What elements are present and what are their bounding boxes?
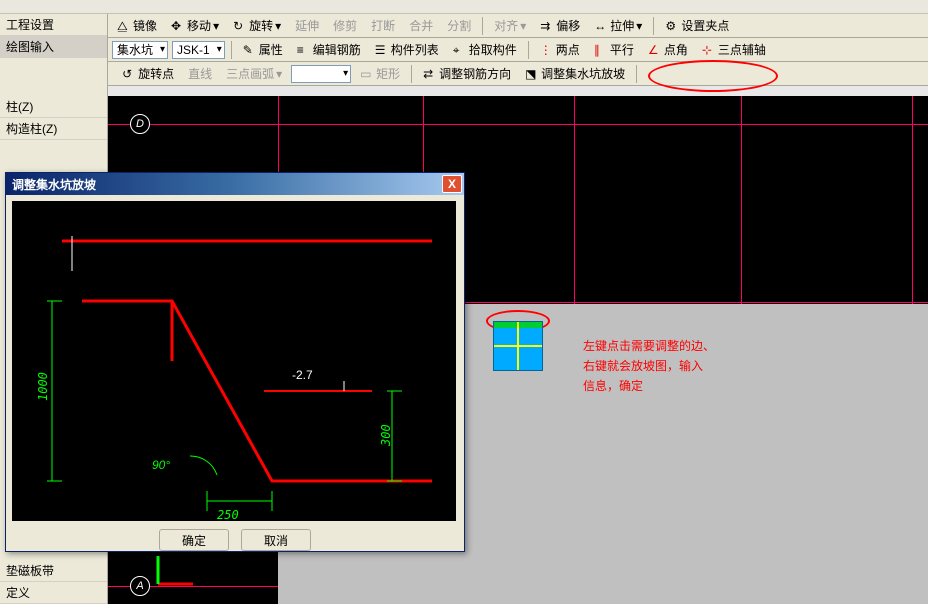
toolbar-component: 基础层 基础 集水坑 JSK-1 ✎属性 ≡编辑钢筋 ☰构件列表 ⌖拾取构件 ⋮… xyxy=(0,38,928,62)
move-icon: ✥ xyxy=(171,19,185,33)
chevron-down-icon: ▾ xyxy=(213,19,219,33)
stretch-button[interactable]: ↔拉伸▾ xyxy=(589,15,647,36)
trim-button[interactable]: 修剪 xyxy=(328,15,362,36)
two-points-button[interactable]: ⋮两点 xyxy=(535,39,585,60)
parallel-button[interactable]: ∥平行 xyxy=(589,39,639,60)
pick-icon: ⌖ xyxy=(453,43,467,57)
chevron-down-icon: ▾ xyxy=(276,67,282,81)
project-settings-item[interactable]: 工程设置 xyxy=(0,14,107,36)
grip-settings-button[interactable]: ⚙设置夹点 xyxy=(660,15,734,36)
cancel-button[interactable]: 取消 xyxy=(241,529,311,551)
adjust-sump-slope-dialog: 调整集水坑放坡 X 1000 250 300 -2.7 xyxy=(5,172,465,552)
gear-icon: ⚙ xyxy=(665,19,679,33)
attribute-icon: ✎ xyxy=(243,43,257,57)
rotate-point-icon: ↺ xyxy=(122,67,136,81)
two-points-icon: ⋮ xyxy=(540,43,554,57)
mirror-icon: ⧋ xyxy=(117,19,131,33)
sump-object[interactable] xyxy=(488,316,548,376)
dialog-button-row: 确定 取消 xyxy=(6,527,464,553)
parallel-icon: ∥ xyxy=(594,43,608,57)
empty-dropdown[interactable] xyxy=(291,65,351,83)
pick-component-button[interactable]: ⌖拾取构件 xyxy=(448,39,522,60)
tree-basic[interactable]: 垫磁板带 xyxy=(0,560,107,582)
annotation-hint: 左键点击需要调整的边、 右键就会放坡图，输入 信息，确定 xyxy=(583,336,715,396)
move-button[interactable]: ✥移动▾ xyxy=(166,15,224,36)
dialog-diagram-area: 1000 250 300 -2.7 90° xyxy=(12,201,456,521)
drawing-input-item[interactable]: 绘图输入 xyxy=(0,36,107,58)
stretch-icon: ↔ xyxy=(594,19,608,33)
align-button[interactable]: 对齐▾ xyxy=(489,15,531,36)
rebar-icon: ≡ xyxy=(297,43,311,57)
dim-depth: 300 xyxy=(379,424,393,447)
chevron-down-icon: ▾ xyxy=(275,19,281,33)
slope-section-diagram: 1000 250 300 -2.7 90° xyxy=(12,201,456,521)
adjust-rebar-dir-button[interactable]: ⇄调整钢筋方向 xyxy=(418,63,516,84)
toolbar-draw: ↖选择▾ ⊙点 ↺旋转点 直线 三点画弧▾ ▭矩形 ⇄调整钢筋方向 ⬔调整集水坑… xyxy=(0,62,928,86)
grid-line xyxy=(108,124,928,125)
component-list-button[interactable]: ☰构件列表 xyxy=(370,39,444,60)
rotate-point-button[interactable]: ↺旋转点 xyxy=(117,63,179,84)
tree-definition[interactable]: 定义 xyxy=(0,582,107,604)
dialog-title-text: 调整集水坑放坡 xyxy=(12,176,96,193)
separator xyxy=(636,65,637,83)
toolbar-top-partial xyxy=(0,0,928,14)
chevron-down-icon: ▾ xyxy=(520,19,526,33)
sump-centerline-v xyxy=(517,322,519,370)
component-dropdown[interactable]: JSK-1 xyxy=(172,41,225,59)
chevron-down-icon: ▾ xyxy=(636,19,642,33)
rotate-icon: ↻ xyxy=(233,19,247,33)
axis-icon: ⊹ xyxy=(702,43,716,57)
split-button[interactable]: 分割 xyxy=(442,15,476,36)
rect-icon: ▭ xyxy=(360,67,374,81)
point-angle-button[interactable]: ∠点角 xyxy=(643,39,693,60)
mirror-button[interactable]: ⧋镜像 xyxy=(112,15,162,36)
sump-box xyxy=(493,321,543,371)
separator xyxy=(528,41,529,59)
ucs-icon xyxy=(148,554,198,594)
offset-icon: ⇉ xyxy=(540,19,554,33)
offset-button[interactable]: ⇉偏移 xyxy=(535,15,585,36)
line-button[interactable]: 直线 xyxy=(183,63,217,84)
three-axis-button[interactable]: ⊹三点辅轴 xyxy=(697,39,771,60)
dim-height: 1000 xyxy=(36,372,50,401)
dim-width: 250 xyxy=(217,508,239,521)
edit-rebar-button[interactable]: ≡编辑钢筋 xyxy=(292,39,366,60)
ok-button[interactable]: 确定 xyxy=(159,529,229,551)
rebar-dir-icon: ⇄ xyxy=(423,67,437,81)
attribute-button[interactable]: ✎属性 xyxy=(238,39,288,60)
dialog-titlebar[interactable]: 调整集水坑放坡 X xyxy=(6,173,464,195)
angle-icon: ∠ xyxy=(648,43,662,57)
offset-label: -2.7 xyxy=(292,368,313,382)
adjust-sump-slope-button[interactable]: ⬔调整集水坑放坡 xyxy=(520,63,630,84)
break-button[interactable]: 打断 xyxy=(366,15,400,36)
tree-struct-col-z[interactable]: 构造柱(Z) xyxy=(0,118,107,140)
dialog-close-button[interactable]: X xyxy=(442,175,462,193)
separator xyxy=(482,17,483,35)
angle-label: 90° xyxy=(152,458,170,472)
separator xyxy=(231,41,232,59)
rect-button[interactable]: ▭矩形 xyxy=(355,63,405,84)
toolbar-edit: ✕删除 ⎘复制 ⧋镜像 ✥移动▾ ↻旋转▾ 延伸 修剪 打断 合并 分割 对齐▾… xyxy=(0,14,928,38)
tree-column-z[interactable]: 柱(Z) xyxy=(0,96,107,118)
merge-button[interactable]: 合并 xyxy=(404,15,438,36)
separator xyxy=(411,65,412,83)
extend-button[interactable]: 延伸 xyxy=(290,15,324,36)
rotate-button[interactable]: ↻旋转▾ xyxy=(228,15,286,36)
list-icon: ☰ xyxy=(375,43,389,57)
left-panel: 工程设置 绘图输入 xyxy=(0,14,108,96)
arc3p-button[interactable]: 三点画弧▾ xyxy=(221,63,287,84)
sump-slope-icon: ⬔ xyxy=(525,67,539,81)
sump-dropdown[interactable]: 集水坑 xyxy=(112,41,168,59)
axis-bubble-a: A xyxy=(130,576,150,596)
separator xyxy=(653,17,654,35)
axis-bubble-d: D xyxy=(130,114,150,134)
